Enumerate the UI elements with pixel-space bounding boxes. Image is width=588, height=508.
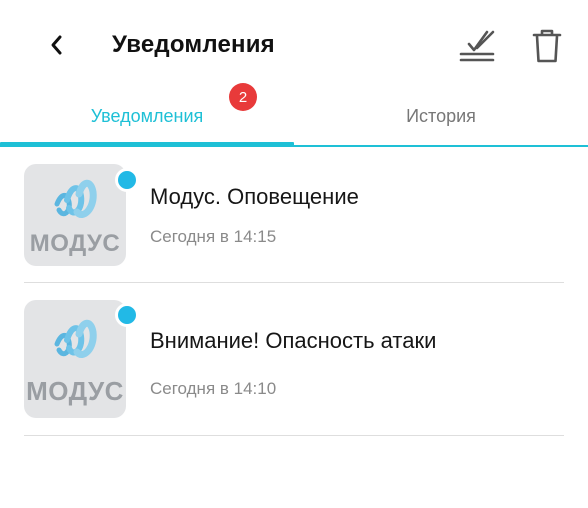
modus-logo-thumbnail: МОДУС	[24, 164, 126, 266]
tab-history-label: История	[406, 105, 476, 126]
modus-logo-thumbnail: МОДУС	[24, 300, 126, 418]
tab-notifications-label: Уведомления	[90, 105, 204, 126]
top-bar: Уведомления	[0, 0, 588, 88]
modus-wave-icon	[54, 179, 97, 218]
notification-time: Сегодня в 14:10	[150, 379, 277, 398]
unread-dot	[115, 168, 139, 192]
trash-icon	[532, 29, 562, 63]
notification-item[interactable]: МОДУС Модус. Оповещение Сегодня в 14:15	[0, 148, 588, 282]
notification-time: Сегодня в 14:15	[150, 227, 277, 246]
list-divider	[24, 435, 564, 436]
unread-count-badge: 2	[229, 83, 257, 111]
notification-item[interactable]: МОДУС Внимание! Опасность атаки Сегодня …	[0, 283, 588, 435]
tab-history[interactable]: История	[294, 88, 588, 144]
modus-logo-text: МОДУС	[29, 230, 121, 257]
modus-logo-text: МОДУС	[26, 376, 124, 406]
double-check-icon	[459, 30, 495, 62]
back-button[interactable]	[40, 28, 74, 62]
delete-button[interactable]	[528, 26, 566, 66]
unread-dot	[115, 303, 139, 327]
chevron-left-icon	[51, 35, 62, 55]
notification-title: Внимание! Опасность атаки	[150, 328, 437, 353]
notification-title: Модус. Оповещение	[150, 184, 359, 209]
mark-all-read-button[interactable]	[456, 26, 498, 66]
active-tab-indicator	[0, 142, 294, 147]
modus-wave-icon	[54, 319, 97, 358]
tab-bar: Уведомления История	[0, 88, 588, 148]
page-title: Уведомления	[112, 31, 275, 58]
